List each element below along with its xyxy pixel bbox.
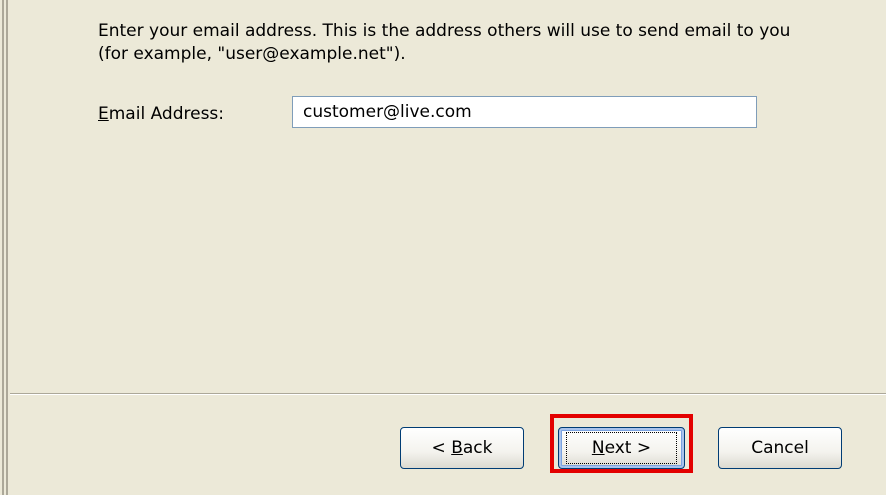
- back-button[interactable]: < Back: [400, 427, 524, 469]
- instructions-text: Enter your email address. This is the ad…: [98, 21, 791, 64]
- email-address-input[interactable]: [292, 96, 757, 128]
- button-area-divider: [10, 393, 886, 395]
- email-address-label: Email Address:: [98, 103, 224, 126]
- email-label-accelerator: E: [98, 104, 109, 124]
- next-button-accelerator: N: [591, 438, 605, 458]
- back-button-accelerator: B: [451, 438, 463, 458]
- back-button-prefix: <: [431, 438, 452, 458]
- email-label-text: mail Address:: [108, 104, 225, 124]
- next-button[interactable]: Next >: [558, 427, 685, 469]
- next-button-label: ext >: [604, 438, 652, 458]
- window-left-edge: [0, 0, 10, 495]
- back-button-label: ack: [462, 438, 493, 458]
- cancel-button[interactable]: Cancel: [718, 427, 842, 469]
- cancel-button-label: Cancel: [751, 438, 809, 458]
- window-edge-line: [2, 0, 4, 495]
- window-edge-line: [6, 0, 8, 495]
